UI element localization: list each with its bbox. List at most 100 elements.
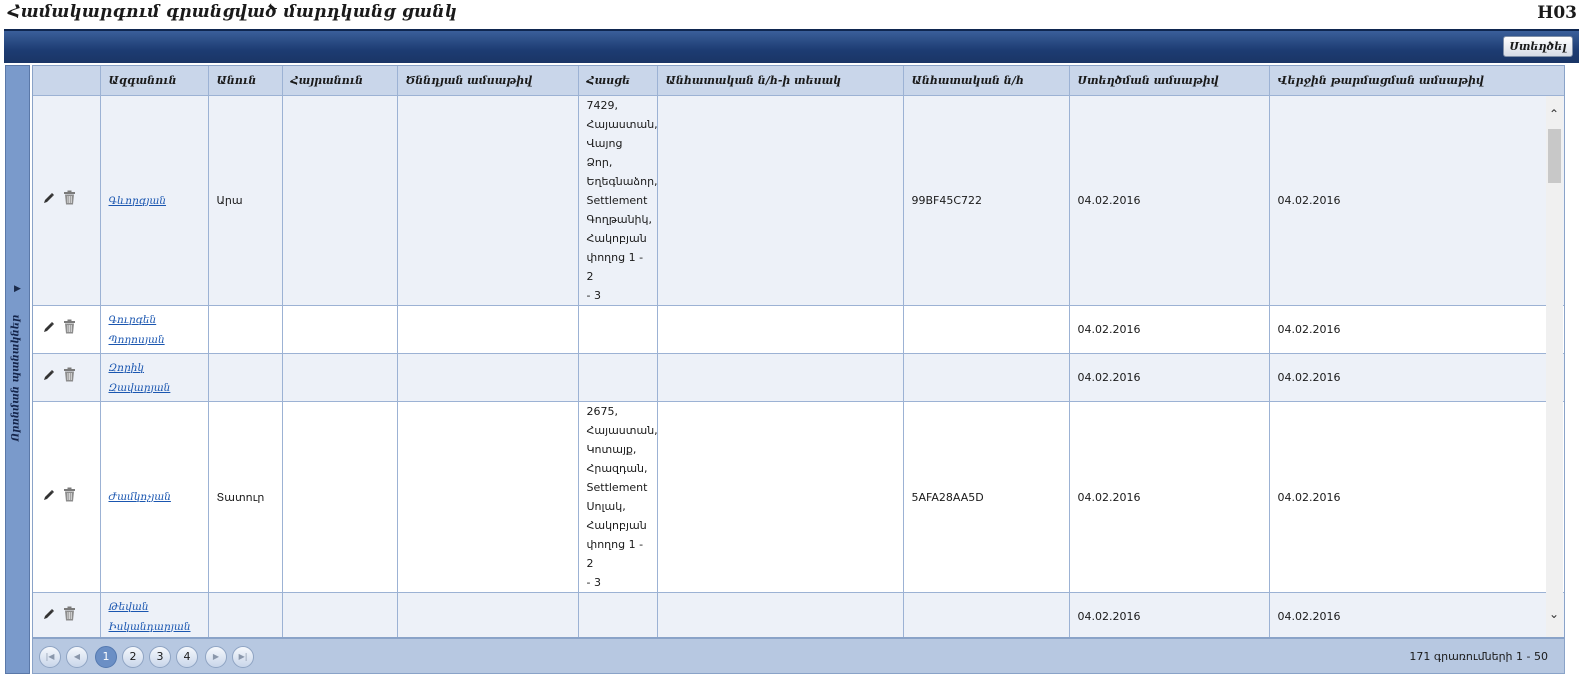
first-page-icon[interactable]: |◀ — [39, 646, 61, 668]
page-button-4[interactable]: 4 — [176, 646, 198, 668]
updated-date-cell: 04.02.2016 — [1269, 353, 1564, 402]
edit-pencil-icon[interactable] — [43, 320, 63, 339]
surname-cell: Գևորգյան — [100, 95, 209, 306]
edit-pencil-icon[interactable] — [43, 607, 63, 626]
col-surname[interactable]: Ազգանուն — [100, 66, 209, 96]
birth-date-cell — [397, 401, 579, 593]
edit-pencil-icon[interactable] — [43, 191, 63, 210]
expand-arrow-icon: ▶ — [14, 284, 21, 294]
col-id-number[interactable]: Անհատական ն/հ — [903, 66, 1070, 96]
title-bar: Համակարգում գրանցված մարդկանց ցանկ H03 — [0, 0, 1585, 28]
scroll-up-icon[interactable]: ⌃ — [1549, 108, 1559, 120]
id-type-cell — [657, 592, 904, 637]
updated-date-cell: 04.02.2016 — [1269, 592, 1564, 637]
row-actions-cell — [33, 353, 101, 402]
page-button-2[interactable]: 2 — [122, 646, 144, 668]
last-page-icon[interactable]: ▶| — [232, 646, 254, 668]
vertical-scrollbar[interactable]: ⌃ ⌄ — [1546, 96, 1563, 637]
row-actions-cell — [33, 401, 101, 593]
col-updated[interactable]: Վերջին թարմացման ամսաթիվ — [1269, 66, 1564, 96]
table-row: Գուրգեն Պողոսյան 04.02.2016 04.02.2016 — [33, 305, 1564, 354]
next-page-icon[interactable]: ▶ — [205, 646, 227, 668]
page-button-3[interactable]: 3 — [149, 646, 171, 668]
surname-cell: Զորիկ Զավարյան — [100, 353, 209, 402]
scroll-thumb[interactable] — [1548, 129, 1561, 183]
name-cell — [208, 305, 283, 354]
address-cell — [578, 305, 658, 354]
id-number-cell: 5AFA28AA5D — [903, 401, 1070, 593]
persons-table: Ազգանուն Անուն Հայրանուն Ծննդյան ամսաթիվ… — [33, 66, 1564, 637]
surname-cell: Ժամկոչյան — [100, 401, 209, 593]
id-type-cell — [657, 95, 904, 306]
delete-trash-icon[interactable] — [63, 367, 76, 388]
edit-pencil-icon[interactable] — [43, 488, 63, 507]
delete-trash-icon[interactable] — [63, 319, 76, 340]
surname-link[interactable]: Գուրգեն Պողոսյան — [109, 314, 165, 346]
surname-cell: Գուրգեն Պողոսյան — [100, 305, 209, 354]
col-actions — [33, 66, 101, 96]
created-date-cell: 04.02.2016 — [1069, 95, 1270, 306]
surname-link[interactable]: Ժամկոչյան — [109, 491, 171, 503]
updated-date-cell: 04.02.2016 — [1269, 401, 1564, 593]
col-name[interactable]: Անուն — [208, 66, 283, 96]
created-date-cell: 04.02.2016 — [1069, 305, 1270, 354]
birth-date-cell — [397, 592, 579, 637]
id-type-cell — [657, 401, 904, 593]
surname-link[interactable]: Զորիկ Զավարյան — [109, 362, 171, 394]
prev-page-icon[interactable]: ◀ — [66, 646, 88, 668]
id-number-cell — [903, 592, 1070, 637]
create-button[interactable]: Ստեղծել — [1503, 36, 1573, 57]
toolbar: Ստեղծել — [4, 29, 1579, 63]
table-header-row: Ազգանուն Անուն Հայրանուն Ծննդյան ամսաթիվ… — [33, 66, 1564, 96]
name-cell: Արա — [208, 95, 283, 306]
filter-panel-label: Որոնման պանակներ — [10, 314, 22, 442]
edit-pencil-icon[interactable] — [43, 368, 63, 387]
row-actions-cell — [33, 305, 101, 354]
birth-date-cell — [397, 353, 579, 402]
created-date-cell: 04.02.2016 — [1069, 592, 1270, 637]
col-created[interactable]: Ստեղծման ամսաթիվ — [1069, 66, 1270, 96]
created-date-cell: 04.02.2016 — [1069, 401, 1270, 593]
col-address[interactable]: Հասցե — [578, 66, 658, 96]
col-patronymic[interactable]: Հայրանուն — [282, 66, 398, 96]
table-row: Ժամկոչյան Տատուր 2675, Հայաստան, Կոտայք, Հրազ… — [33, 401, 1564, 593]
updated-date-cell: 04.02.2016 — [1269, 305, 1564, 354]
patronymic-cell — [282, 353, 398, 402]
delete-trash-icon[interactable] — [63, 606, 76, 627]
row-actions-cell — [33, 592, 101, 637]
col-birth-date[interactable]: Ծննդյան ամսաթիվ — [397, 66, 579, 96]
birth-date-cell — [397, 305, 579, 354]
pager: |◀ ◀ 1 2 3 4 ▶ ▶| 171 գրառումների 1 - 50 — [32, 638, 1565, 674]
table-row: Թեվան Իսկանդարյան 04.02.2016 04.02.2016 — [33, 592, 1564, 637]
scroll-down-icon[interactable]: ⌄ — [1549, 608, 1559, 620]
page-code: H03 — [1537, 3, 1577, 23]
page-title: Համակարգում գրանցված մարդկանց ցանկ — [8, 2, 458, 22]
table-row: Զորիկ Զավարյան 04.02.2016 04.02.2016 — [33, 353, 1564, 402]
address-cell: 2675, Հայաստան, Կոտայք, Հրազդան, Settlement Ս… — [578, 401, 658, 593]
id-type-cell — [657, 305, 904, 354]
address-cell: 7429, Հայաստան, Վայոց Ձոր, Եղեգնաձոր, Settle… — [578, 95, 658, 306]
name-cell — [208, 592, 283, 637]
surname-link[interactable]: Գևորգյան — [109, 195, 167, 207]
id-type-cell — [657, 353, 904, 402]
row-actions-cell — [33, 95, 101, 306]
patronymic-cell — [282, 305, 398, 354]
filter-panel-toggle[interactable]: ▶ Որոնման պանակներ — [5, 65, 30, 674]
created-date-cell: 04.02.2016 — [1069, 353, 1270, 402]
name-cell — [208, 353, 283, 402]
patronymic-cell — [282, 592, 398, 637]
address-cell — [578, 592, 658, 637]
table-row: Գևորգյան Արա 7429, Հայաստան, Վայոց Ձոր, Եղեգն… — [33, 95, 1564, 306]
delete-trash-icon[interactable] — [63, 190, 76, 211]
patronymic-cell — [282, 401, 398, 593]
address-cell — [578, 353, 658, 402]
surname-link[interactable]: Թեվան Իսկանդարյան — [109, 601, 191, 633]
col-id-type[interactable]: Անհատական ն/հ-ի տեսակ — [657, 66, 904, 96]
records-count: 171 գրառումների 1 - 50 — [1409, 650, 1548, 663]
page-button-1[interactable]: 1 — [95, 646, 117, 668]
name-cell: Տատուր — [208, 401, 283, 593]
updated-date-cell: 04.02.2016 — [1269, 95, 1564, 306]
id-number-cell — [903, 305, 1070, 354]
surname-cell: Թեվան Իսկանդարյան — [100, 592, 209, 637]
delete-trash-icon[interactable] — [63, 487, 76, 508]
